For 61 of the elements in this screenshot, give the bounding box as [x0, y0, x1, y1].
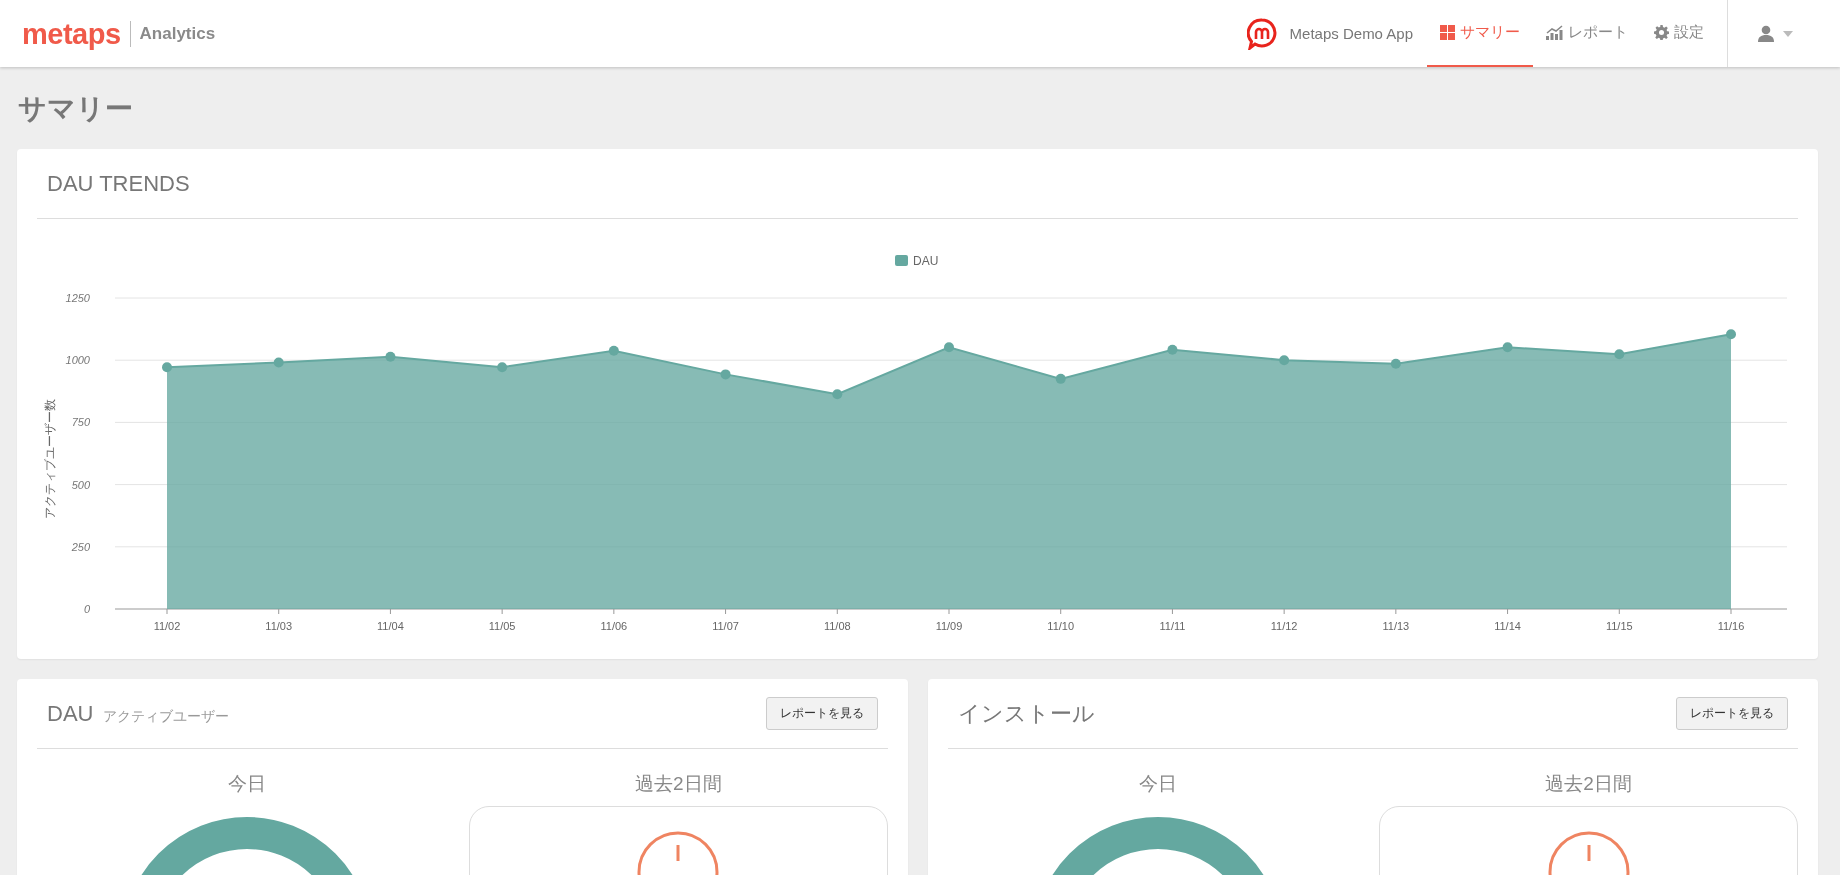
view-report-button[interactable]: レポートを見る — [1676, 697, 1788, 730]
nav-tab[interactable]: サマリー — [1427, 0, 1533, 67]
column-heading: 今日 — [227, 772, 266, 796]
data-point — [832, 389, 843, 400]
card-title: インストール — [957, 699, 1095, 728]
legend-label: DAU — [913, 254, 939, 268]
x-tick-label: 11/16 — [1717, 620, 1745, 632]
view-report-button[interactable]: レポートを見る — [766, 697, 878, 730]
user-icon — [1757, 25, 1774, 42]
legend-swatch — [895, 255, 908, 266]
data-point — [273, 357, 284, 368]
app-icon — [1246, 17, 1277, 50]
x-tick-label: 11/12 — [1270, 620, 1298, 632]
y-tick-label: 250 — [71, 540, 90, 553]
column-heading: 過去2日間 — [1545, 772, 1632, 796]
data-point — [1055, 373, 1066, 384]
x-tick-label: 11/04 — [377, 620, 404, 632]
page-title: サマリー — [17, 92, 134, 126]
nav-tab[interactable]: レポート — [1533, 0, 1641, 67]
x-tick-label: 11/09 — [935, 620, 963, 632]
data-point — [385, 351, 396, 362]
data-point — [944, 342, 954, 353]
x-tick-label: 11/13 — [1382, 620, 1410, 632]
y-axis-label: アクティブユーザー数 — [43, 398, 57, 519]
data-point — [162, 362, 172, 373]
x-tick-label: 11/03 — [265, 620, 293, 632]
x-tick-label: 11/14 — [1494, 620, 1521, 632]
nav-tab[interactable]: 設定 — [1641, 0, 1717, 67]
x-tick-label: 11/06 — [600, 620, 628, 632]
settings-icon — [1654, 25, 1669, 40]
data-point — [1390, 358, 1401, 369]
data-point — [1502, 342, 1513, 353]
data-point — [1614, 349, 1625, 360]
y-tick-label: 500 — [71, 478, 90, 491]
x-tick-label: 11/10 — [1047, 620, 1075, 632]
data-point — [720, 369, 731, 380]
y-tick-label: 0 — [83, 603, 90, 615]
data-point — [1279, 355, 1290, 366]
data-point — [497, 362, 508, 373]
bar-chart-icon — [1546, 25, 1563, 40]
column-heading: 過去2日間 — [634, 772, 722, 796]
app-name: Metaps Demo App — [1289, 25, 1413, 42]
column-heading: 今日 — [1138, 772, 1177, 796]
card-subtitle: アクティブユーザー — [103, 707, 230, 726]
card-title: DAU — [46, 700, 94, 727]
card-title: DAU TRENDS — [46, 170, 190, 197]
x-tick-label: 11/05 — [488, 620, 516, 632]
caret-icon — [1782, 30, 1793, 37]
data-point — [1167, 344, 1178, 355]
x-tick-label: 11/15 — [1605, 620, 1633, 632]
x-tick-label: 11/11 — [1159, 620, 1186, 632]
y-tick-label: 1000 — [65, 354, 90, 367]
data-point — [1726, 329, 1736, 340]
x-tick-label: 11/07 — [712, 620, 739, 632]
y-tick-label: 1250 — [65, 292, 90, 304]
data-point — [608, 345, 619, 356]
x-tick-label: 11/02 — [153, 620, 181, 632]
x-tick-label: 11/08 — [823, 620, 851, 632]
y-tick-label: 750 — [71, 416, 90, 429]
product-name: Analytics — [138, 23, 216, 44]
grid-icon — [1440, 25, 1455, 40]
